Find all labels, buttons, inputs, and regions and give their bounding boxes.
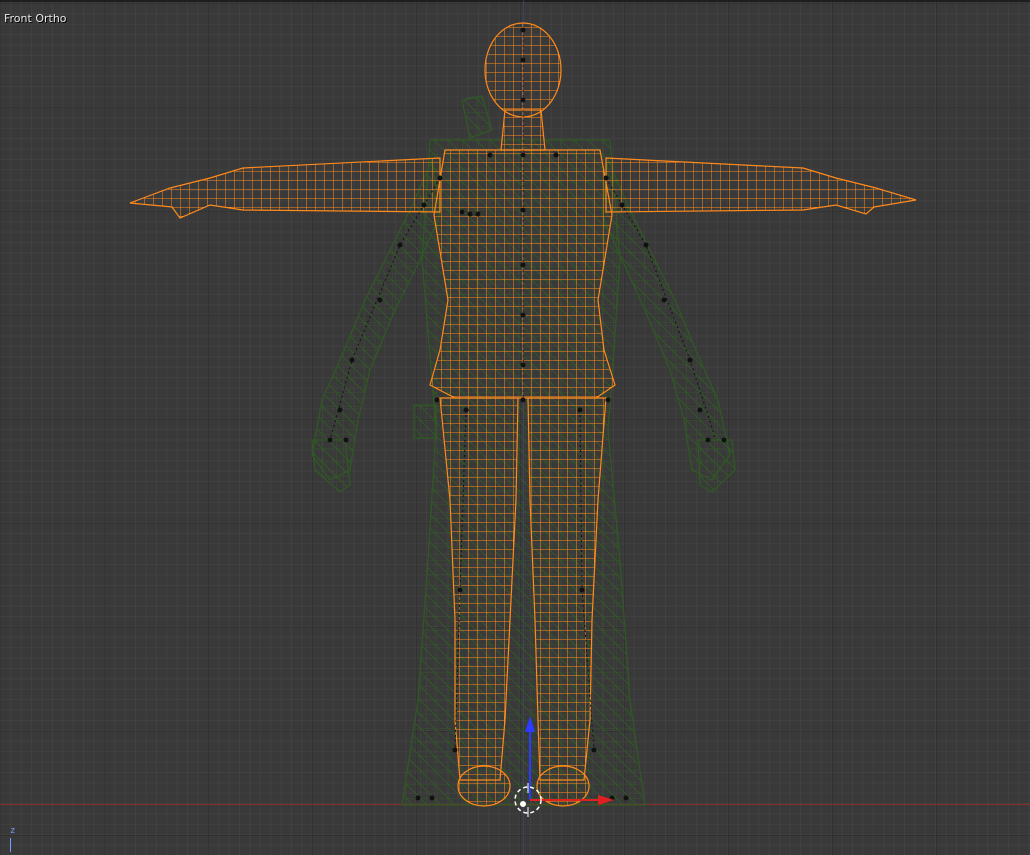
character-wireframe[interactable] (0, 0, 1030, 855)
3d-viewport[interactable]: Front Ortho z (0, 0, 1030, 855)
axis-orientation-icon: z (4, 824, 34, 854)
axis-z-label: z (10, 826, 16, 836)
axis-z-line (10, 838, 11, 852)
